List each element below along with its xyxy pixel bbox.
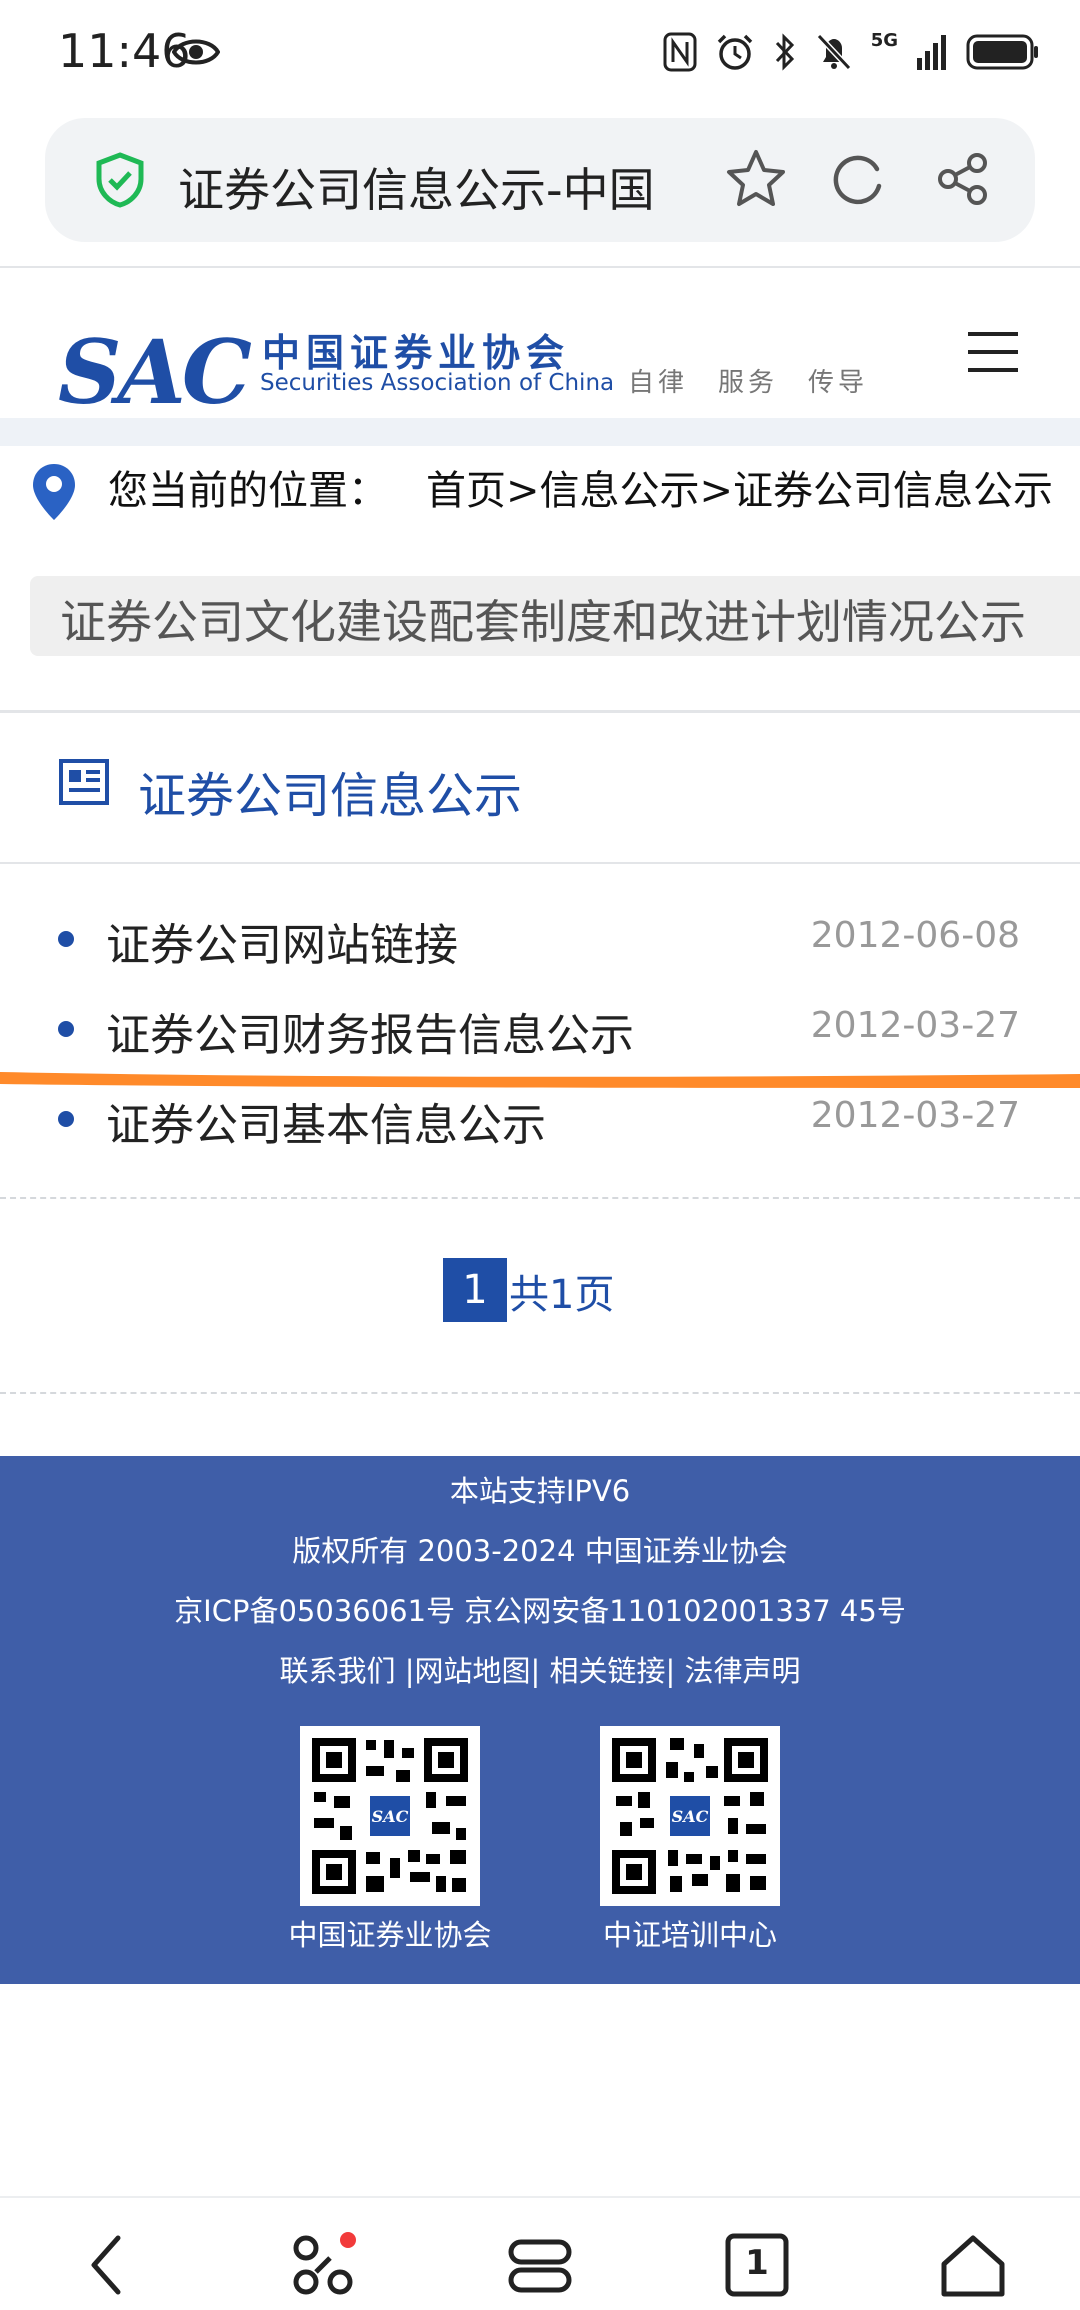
svg-text:SAC: SAC (372, 1807, 409, 1826)
signal-icon (917, 35, 946, 70)
section-title: 证券公司信息公示 (138, 768, 523, 824)
logo-chinese-name: 中国证券业协会 (262, 331, 571, 375)
bookmark-star-icon[interactable] (725, 148, 787, 210)
sac-logo[interactable]: SAC (58, 320, 252, 424)
tab-count-icon[interactable]: 1 (722, 2230, 792, 2300)
divider (0, 1392, 1080, 1394)
bullet (58, 1021, 74, 1037)
logo-english-name: Securities Association of China (260, 370, 615, 396)
divider (0, 862, 1080, 864)
reload-icon[interactable] (829, 150, 887, 208)
bullet (58, 1111, 74, 1127)
qr-code-icon: SAC (612, 1738, 768, 1894)
header-band (0, 418, 1080, 446)
qr-code-training: SAC (600, 1726, 780, 1906)
browser-bottom-nav: 1 (0, 2198, 1080, 2310)
footer-ipv6: 本站支持IPV6 (449, 1474, 631, 1508)
bullet (58, 931, 74, 947)
notice-text[interactable]: 证券公司文化建设配套制度和改进计划情况公示 (60, 586, 1026, 652)
list-item[interactable]: 证券公司网站链接 2012-06-08 (0, 893, 1080, 983)
qr-label: 中国证券业协会 (288, 1918, 492, 1952)
list-item-title[interactable]: 证券公司财务报告信息公示 (106, 999, 634, 1063)
footer-icp[interactable]: 京ICP备05036061号 京公网安备110102001337 45号 (0, 1588, 1080, 1630)
notice-banner[interactable]: 证券公司文化建设配套制度和改进计划情况公示 (30, 576, 1080, 656)
svg-text:SAC: SAC (672, 1807, 709, 1826)
footer: 本站支持IPV6 版权所有 2003-2024 中国证券业协会 京ICP备050… (0, 1456, 1080, 1984)
alarm-icon (717, 34, 752, 70)
location-pin-icon (33, 464, 75, 520)
breadcrumb: 您当前的位置： 首页>信息公示>证券公司信息公示 (108, 458, 1053, 516)
page-current[interactable]: 1 (443, 1258, 507, 1322)
status-icons: 5G (663, 30, 1040, 74)
mute-bell-icon (816, 33, 851, 71)
footer-copyright: 版权所有 2003-2024 中国证券业协会 (292, 1534, 788, 1568)
news-icon (59, 759, 109, 805)
list-item-date: 2012-03-27 (810, 1095, 1020, 1136)
bluetooth-icon (775, 33, 794, 71)
breadcrumb-label: 您当前的位置： (108, 468, 388, 514)
status-time: 11:46 (58, 24, 191, 78)
battery-icon (966, 34, 1038, 70)
list-item[interactable]: 证券公司基本信息公示 2012-03-27 (0, 1073, 1080, 1163)
list-item-title[interactable]: 证券公司基本信息公示 (106, 1089, 546, 1153)
apps-icon[interactable] (288, 2230, 358, 2300)
list-item[interactable]: 证券公司财务报告信息公示 2012-03-27 (0, 983, 1080, 1073)
eye-icon (172, 39, 220, 65)
qr-code-icon: SAC (312, 1738, 468, 1894)
qr-label: 中证培训中心 (602, 1918, 777, 1952)
network-label: 5G (870, 30, 898, 51)
breadcrumb-path[interactable]: 首页>信息公示>证券公司信息公示 (426, 468, 1053, 514)
page-total: 共1页 (509, 1272, 615, 1318)
status-bar: 11:46 5G (0, 0, 1080, 110)
tab-count: 1 (745, 2243, 769, 2283)
list-item-title[interactable]: 证券公司网站链接 (106, 909, 458, 973)
share-icon[interactable] (933, 150, 991, 208)
site-header: SAC 中国证券业协会 Securities Association of Ch… (0, 268, 1080, 424)
divider (0, 710, 1080, 713)
slogan: 自律 服务 传导 (628, 368, 869, 398)
nfc-icon (663, 32, 697, 72)
page-title[interactable]: 证券公司信息公示-中国 (178, 154, 655, 220)
shield-check-icon (96, 152, 144, 208)
divider (0, 1197, 1080, 1199)
qr-code-sac: SAC (300, 1726, 480, 1906)
list-item-date: 2012-03-27 (810, 1005, 1020, 1046)
back-icon[interactable] (72, 2230, 142, 2300)
list-item-date: 2012-06-08 (810, 915, 1020, 956)
tabs-overview-icon[interactable] (505, 2230, 575, 2300)
address-bar[interactable]: 证券公司信息公示-中国 (45, 118, 1035, 242)
home-icon[interactable] (938, 2230, 1008, 2300)
hamburger-menu-icon[interactable] (968, 330, 1018, 374)
footer-links[interactable]: 联系我们 |网站地图| 相关链接| 法律声明 (0, 1648, 1080, 1690)
